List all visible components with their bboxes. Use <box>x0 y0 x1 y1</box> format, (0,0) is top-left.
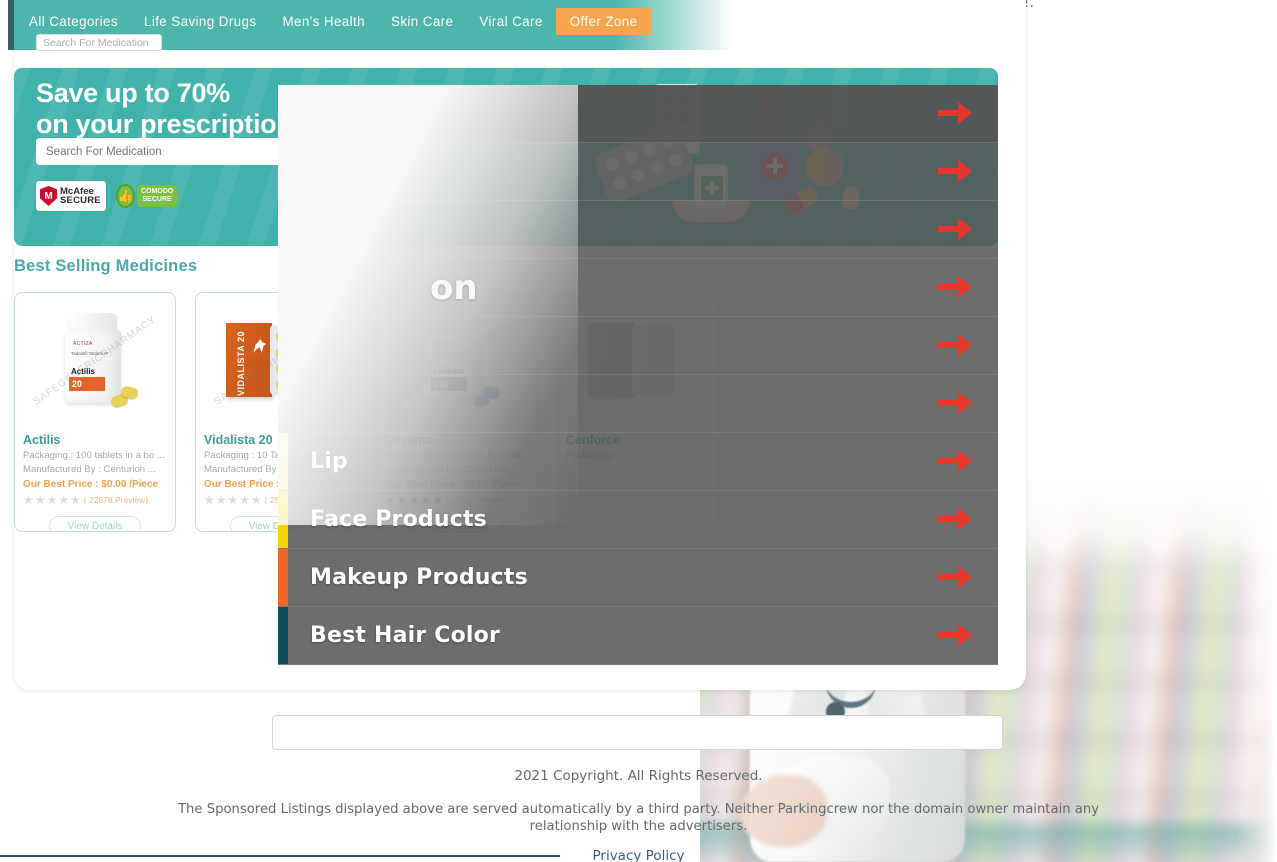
overlay-menu-row[interactable] <box>278 259 998 317</box>
disclaimer-text: The Sponsored Listings displayed above a… <box>177 802 1100 834</box>
arrow-right-icon <box>938 566 972 589</box>
mcafee-badge-line2: SECURE <box>60 195 101 206</box>
nav-item-all-categories[interactable]: All Categories <box>16 8 131 35</box>
overlay-menu-row-face-products[interactable]: Face Products <box>278 491 998 549</box>
product-card[interactable]: ACTIZA Tadalafil Tablets IP Actilis 20 S… <box>14 292 176 532</box>
overlay-menu-row-best-hair-color[interactable]: Best Hair Color <box>278 607 998 665</box>
product-sub-label: Tadalafil Tablets IP <box>71 351 109 356</box>
overlay-menu-row[interactable] <box>278 375 998 433</box>
row-accent-bar <box>278 607 288 664</box>
overlay-menu-label: Face Products <box>310 506 487 532</box>
copyright-text: 2021 Copyright. All Rights Reserved. <box>514 768 763 784</box>
hero-title-line1: Save up to 70% <box>36 78 230 108</box>
nav-item-skin-care[interactable]: Skin Care <box>378 8 466 35</box>
page-content: Namecheap. Please check back later!. All… <box>0 0 1277 862</box>
star-rating-icon: ★★★★★ <box>204 493 263 507</box>
product-brand-label: ACTIZA <box>73 341 93 347</box>
footer-search-input[interactable] <box>272 715 1003 750</box>
arrow-right-icon <box>938 102 972 125</box>
nav-item-viral-care[interactable]: Viral Care <box>466 8 555 35</box>
overlay-menu-row[interactable] <box>278 143 998 201</box>
mcafee-secure-badge: McAfee SECURE <box>36 181 106 211</box>
product-dose-label: 20 <box>69 377 105 391</box>
comodo-badge-line1: COMODO <box>140 188 174 195</box>
product-bottle-name: Actilis <box>71 367 96 376</box>
hero-title-line2: on your prescription. <box>36 109 300 139</box>
star-rating-icon: ★★★★★ <box>23 493 82 507</box>
row-accent-bar <box>278 259 288 316</box>
overlay-menu-label: Lip <box>310 448 348 474</box>
nav-left-accent-bar <box>8 0 14 50</box>
row-accent-bar <box>278 549 288 606</box>
arrow-right-icon <box>938 160 972 183</box>
product-image: ACTIZA Tadalafil Tablets IP Actilis 20 S… <box>15 293 175 429</box>
hero-search-input[interactable] <box>36 138 310 165</box>
nav-item-offer-zone[interactable]: Offer Zone <box>555 8 652 35</box>
row-accent-bar <box>278 143 288 200</box>
product-box-label: VIDALISTA 20 <box>236 331 246 397</box>
hero-title: Save up to 70% on your prescription. <box>36 78 300 140</box>
row-accent-bar <box>278 85 288 142</box>
page-title: Best Selling Medicines <box>14 257 198 275</box>
arrow-right-icon <box>938 392 972 415</box>
arrow-right-icon <box>938 508 972 531</box>
overlay-menu-row[interactable] <box>278 201 998 259</box>
arrow-right-icon <box>938 624 972 647</box>
thumbs-up-icon: 👍 <box>116 184 135 208</box>
product-packaging: Packaging : 100 tablets in a bo ... <box>23 450 165 461</box>
page-root: Namecheap. Please check back later!. All… <box>0 0 1277 862</box>
arrow-right-icon <box>938 276 972 299</box>
category-overlay-menu: Lip Face Products Makeup Products Best H… <box>278 85 998 665</box>
overlay-menu-row[interactable] <box>278 85 998 143</box>
product-price: Our Best Price : $0.00 /Piece <box>23 479 159 490</box>
nav-items-group: All Categories Life Saving Drugs Men's H… <box>16 8 652 35</box>
trust-badges-group: McAfee SECURE 👍 COMODO SECURE <box>36 181 178 211</box>
product-manufacturer: Manufactured By : Centurion ... <box>23 464 156 475</box>
product-name: Actilis <box>23 433 61 447</box>
arrow-right-icon <box>938 218 972 241</box>
overlay-menu-label: Makeup Products <box>310 564 528 590</box>
row-accent-bar <box>278 201 288 258</box>
overlay-menu-row-lip[interactable]: Lip <box>278 433 998 491</box>
shield-icon <box>40 186 57 206</box>
comodo-badge-line2: SECURE <box>142 196 172 203</box>
arrow-right-icon <box>938 450 972 473</box>
row-accent-bar <box>278 375 288 432</box>
product-review-count: ( 22678 Preview) <box>83 495 149 505</box>
row-accent-bar <box>278 433 288 490</box>
nav-item-mens-health[interactable]: Men's Health <box>269 8 378 35</box>
overlay-menu-row-makeup-products[interactable]: Makeup Products <box>278 549 998 607</box>
row-accent-bar <box>278 491 288 548</box>
arrow-right-icon <box>938 334 972 357</box>
nav-search-input[interactable] <box>36 34 162 51</box>
overlay-menu-row[interactable] <box>278 317 998 375</box>
row-accent-bar <box>278 317 288 374</box>
bottom-accent-rule <box>0 855 560 857</box>
view-details-button[interactable]: View Details <box>49 516 141 531</box>
product-rating: ★★★★★ ( 22678 Preview) <box>23 493 175 507</box>
comodo-secure-badge: 👍 COMODO SECURE <box>116 181 178 211</box>
overlay-menu-label: Best Hair Color <box>310 622 501 648</box>
nav-item-life-saving-drugs[interactable]: Life Saving Drugs <box>131 8 270 35</box>
